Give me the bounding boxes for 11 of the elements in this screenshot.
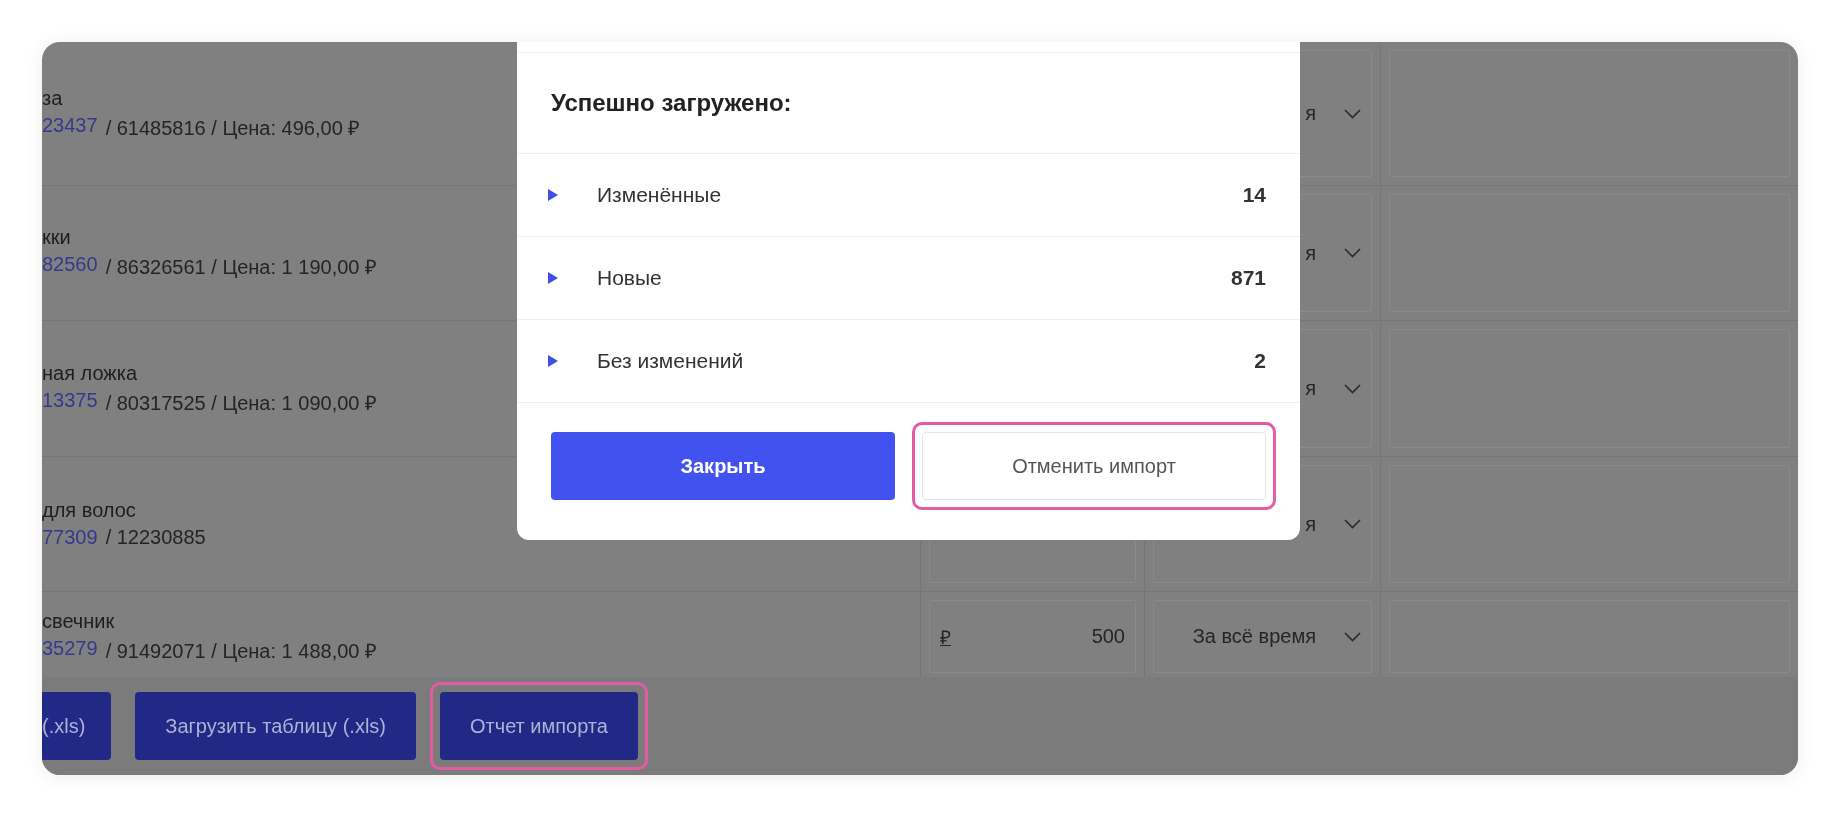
product-name: ная ложка xyxy=(42,361,138,385)
dialog-title: Успешно загружено: xyxy=(517,53,1300,154)
product-name: для волос xyxy=(42,499,136,522)
product-name: за xyxy=(42,86,63,110)
product-name: свечник xyxy=(42,609,115,633)
product-details: / 61485816 / Цена: 496,00 ₽ xyxy=(105,115,361,141)
product-name: кки xyxy=(42,226,71,249)
product-details: / 80317525 / Цена: 1 090,00 ₽ xyxy=(105,390,377,416)
product-details: / 12230885 xyxy=(105,526,206,549)
product-details: / 91492071 / Цена: 1 488,00 ₽ xyxy=(105,638,377,664)
product-details: / 86326561 / Цена: 1 190,00 ₽ xyxy=(105,255,377,280)
